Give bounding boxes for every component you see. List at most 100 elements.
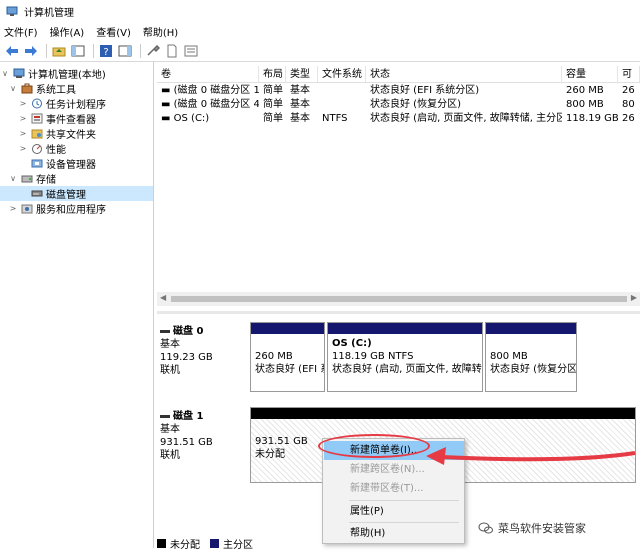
menu-item-new-striped-volume[interactable]: 新建带区卷(T)...: [324, 479, 464, 498]
partition-size: 260 MB: [255, 351, 293, 362]
tree-item-root[interactable]: ∨ 计算机管理(本地): [0, 66, 153, 81]
partition-header-bar: [328, 323, 482, 334]
view-list-button[interactable]: [183, 43, 199, 59]
tree-item-task-scheduler[interactable]: > 任务计划程序: [0, 96, 153, 111]
expand-icon[interactable]: >: [18, 144, 28, 153]
tree-item-shared-folders[interactable]: > 共享文件夹: [0, 126, 153, 141]
menu-bar: 文件(F) 操作(A) 查看(V) 帮助(H): [0, 22, 640, 40]
tree-item-performance[interactable]: > 性能: [0, 141, 153, 156]
tree-item-services-apps[interactable]: > 服务和应用程序: [0, 201, 153, 216]
computer-management-icon: [6, 6, 18, 16]
scroll-right-icon[interactable]: ▶: [631, 293, 637, 302]
partition-recovery[interactable]: 800 MB 状态良好 (恢复分区: [485, 322, 577, 392]
tree-item-disk-management[interactable]: 磁盘管理: [0, 186, 153, 201]
partition-efi[interactable]: 260 MB 状态良好 (EFI 系: [250, 322, 325, 392]
tree-item-device-manager[interactable]: 设备管理器: [0, 156, 153, 171]
column-header-status[interactable]: 状态: [366, 66, 562, 82]
collapse-icon[interactable]: ∨: [0, 69, 10, 78]
watermark-text: 菜鸟软件安装管家: [498, 522, 586, 535]
tree-label-services-apps: 服务和应用程序: [36, 205, 106, 216]
tree-label-root: 计算机管理(本地): [28, 70, 106, 81]
tree-label-disk-management: 磁盘管理: [46, 190, 86, 201]
horizontal-scrollbar[interactable]: ◀ ▶: [157, 292, 640, 306]
table-cell: [318, 84, 366, 98]
disk0-label[interactable]: 磁盘 0 基本 119.23 GB 联机: [160, 325, 244, 377]
menu-view[interactable]: 查看(V): [96, 24, 131, 39]
table-cell: 状态良好 (EFI 系统分区): [370, 85, 480, 96]
disk0-name: 磁盘 0: [173, 326, 204, 337]
event-log-icon: [31, 113, 43, 124]
show-tree-button[interactable]: [70, 43, 86, 59]
expand-icon[interactable]: >: [18, 129, 28, 138]
disk-dash-icon: [160, 330, 170, 333]
tree-label-device-manager: 设备管理器: [46, 160, 96, 171]
back-button[interactable]: [4, 43, 20, 59]
column-header-type[interactable]: 类型: [286, 66, 318, 82]
partition-header-bar: [251, 408, 635, 419]
column-header-layout[interactable]: 布局: [259, 66, 286, 82]
scroll-left-icon[interactable]: ◀: [160, 293, 166, 302]
legend-swatch-unallocated: [157, 538, 166, 548]
table-cell: 简单: [263, 85, 283, 96]
table-cell: 基本: [290, 113, 310, 124]
partition-status: 状态良好 (EFI 系: [255, 364, 324, 375]
disk1-type: 基本: [160, 424, 180, 435]
folder-up-icon: [52, 47, 66, 56]
menu-file[interactable]: 文件(F): [4, 24, 38, 39]
forward-button[interactable]: [23, 43, 39, 59]
column-header-free[interactable]: 可: [618, 66, 640, 82]
table-cell: 简单: [263, 99, 283, 110]
partition-status: 状态良好 (启动, 页面文件, 故障转: [332, 364, 482, 375]
disk1-size: 931.51 GB: [160, 437, 213, 448]
tree-label-performance: 性能: [46, 145, 66, 156]
volume-dash-icon: ▬: [161, 99, 174, 110]
tree-item-storage[interactable]: ∨ 存储: [0, 171, 153, 186]
scrollbar-thumb[interactable]: [171, 296, 627, 302]
connect-button[interactable]: [145, 43, 161, 59]
up-folder-button[interactable]: [51, 43, 67, 59]
title-bar: 计算机管理: [0, 0, 640, 22]
column-header-volume[interactable]: 卷: [157, 66, 259, 82]
menu-item-properties[interactable]: 属性(P): [324, 502, 464, 521]
disk1-label[interactable]: 磁盘 1 基本 931.51 GB 联机: [160, 410, 244, 462]
table-cell: (磁盘 0 磁盘分区 4): [173, 99, 259, 110]
column-header-filesystem[interactable]: 文件系统: [318, 66, 366, 82]
storage-icon: [21, 175, 33, 183]
properties-button[interactable]: [164, 43, 180, 59]
column-header-capacity[interactable]: 容量: [562, 66, 618, 82]
help-button[interactable]: ?: [98, 43, 114, 59]
tree-label-shared-folders: 共享文件夹: [46, 130, 96, 141]
forward-arrow-icon: [25, 45, 37, 56]
tree-item-system-tools[interactable]: ∨ 系统工具: [0, 81, 153, 96]
show-action-pane-button[interactable]: [117, 43, 133, 59]
pane-divider[interactable]: [157, 311, 640, 314]
wechat-icon: [478, 522, 493, 534]
table-row[interactable]: ▬ (磁盘 0 磁盘分区 4) 简单 基本 状态良好 (恢复分区) 800 MB…: [157, 98, 640, 112]
annotation-arrow-icon: [426, 447, 636, 465]
table-cell: 基本: [290, 99, 310, 110]
expand-icon[interactable]: >: [18, 99, 28, 108]
partition-os[interactable]: OS (C:) 118.19 GB NTFS 状态良好 (启动, 页面文件, 故…: [327, 322, 483, 392]
table-cell: 26: [622, 113, 635, 124]
expand-icon[interactable]: >: [18, 114, 28, 123]
legend-label-unallocated: 未分配: [170, 539, 200, 551]
table-cell: NTFS: [322, 113, 348, 124]
table-cell: 简单: [263, 113, 283, 124]
back-arrow-icon: [6, 45, 18, 56]
menu-action[interactable]: 操作(A): [50, 24, 85, 39]
tree-item-event-viewer[interactable]: > 事件查看器: [0, 111, 153, 126]
tree-label-system-tools: 系统工具: [36, 85, 76, 96]
table-row[interactable]: ▬ (磁盘 0 磁盘分区 1) 简单 基本 状态良好 (EFI 系统分区) 26…: [157, 84, 640, 98]
menu-item-help[interactable]: 帮助(H): [324, 524, 464, 543]
watermark: 菜鸟软件安装管家: [478, 520, 586, 536]
table-row[interactable]: ▬ OS (C:) 简单 基本 NTFS 状态良好 (启动, 页面文件, 故障转…: [157, 112, 640, 126]
collapse-icon[interactable]: ∨: [8, 84, 18, 93]
table-cell: (磁盘 0 磁盘分区 1): [173, 85, 259, 96]
collapse-icon[interactable]: ∨: [8, 174, 18, 183]
table-cell: 26: [622, 85, 635, 96]
list-view-icon: [184, 45, 198, 56]
table-cell: 800 MB: [566, 99, 604, 110]
expand-icon[interactable]: >: [8, 204, 18, 213]
menu-help[interactable]: 帮助(H): [143, 24, 178, 39]
partition-header-bar: [486, 323, 576, 334]
